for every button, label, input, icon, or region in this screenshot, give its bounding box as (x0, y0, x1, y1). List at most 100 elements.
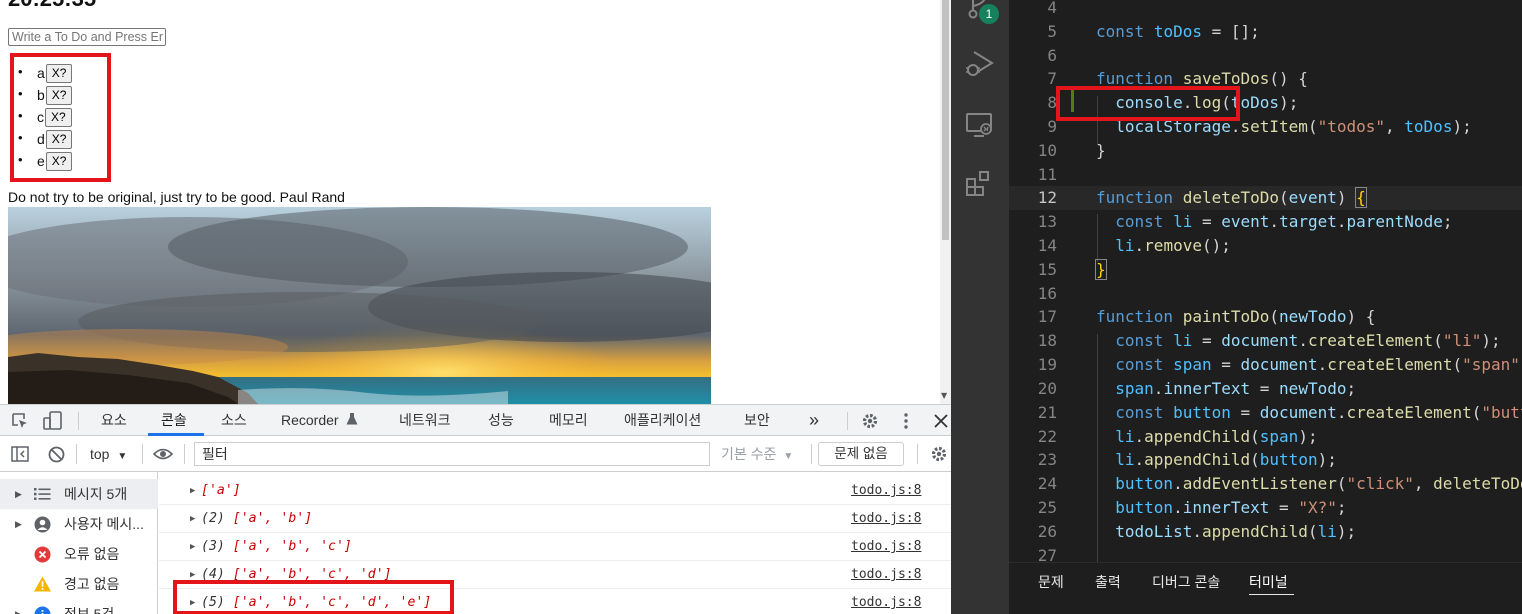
inspect-element-icon[interactable] (10, 411, 30, 431)
console-log-row[interactable]: ▶ (2) ['a', 'b'] todo.js:8 (159, 505, 951, 533)
line-number: 26 (1037, 522, 1057, 541)
code-line[interactable]: 23 li.appendChild(button); (1009, 448, 1522, 472)
delete-todo-button[interactable]: X? (45, 129, 73, 149)
info-icon (34, 606, 51, 614)
log-levels-dropdown[interactable]: 기본 수준 ▼ (721, 442, 793, 466)
delete-todo-button[interactable]: X? (45, 63, 73, 83)
expand-arrow-icon[interactable]: ▶ (15, 609, 22, 614)
tab-sources[interactable]: 소스 (221, 405, 247, 436)
tab-memory[interactable]: 메모리 (549, 405, 588, 436)
code-line[interactable]: 22 li.appendChild(span); (1009, 425, 1522, 449)
close-icon[interactable] (931, 411, 951, 431)
issues-button[interactable]: 문제 없음 (818, 442, 904, 466)
expand-arrow-icon[interactable]: ▶ (190, 477, 195, 505)
code-line[interactable]: 8 console.log(toDos); (1009, 91, 1522, 115)
panel-tab-output[interactable]: 출력 (1095, 572, 1121, 592)
expand-arrow-icon[interactable]: ▶ (190, 533, 195, 561)
expand-arrow-icon[interactable]: ▶ (15, 519, 22, 530)
remote-explorer-icon[interactable] (964, 109, 996, 141)
sidebar-item-user-messages[interactable]: ▶ 사용자 메시... (0, 509, 158, 539)
console-log-row[interactable]: ▶ (3) ['a', 'b', 'c'] todo.js:8 (159, 533, 951, 561)
tab-security[interactable]: 보안 (744, 405, 770, 436)
log-source-link[interactable]: todo.js:8 (851, 533, 921, 561)
log-source-link[interactable]: todo.js:8 (851, 589, 921, 614)
sidebar-item-errors[interactable]: 오류 없음 (0, 539, 158, 569)
console-log-row[interactable]: ▶ (4) ['a', 'b', 'c', 'd'] todo.js:8 (159, 561, 951, 589)
sidebar-toggle-icon[interactable] (10, 445, 30, 463)
tab-application[interactable]: 애플리케이션 (624, 405, 701, 436)
tab-recorder[interactable]: Recorder (281, 405, 358, 436)
code-line[interactable]: 9 localStorage.setItem("todos", toDos); (1009, 115, 1522, 139)
expand-arrow-icon[interactable]: ▶ (190, 561, 195, 589)
code-line[interactable]: 25 button.innerText = "X?"; (1009, 496, 1522, 520)
code-line[interactable]: 6 (1009, 44, 1522, 68)
log-source-link[interactable]: todo.js:8 (851, 561, 921, 589)
code-line-current[interactable]: 12 function deleteToDo(event) { (1009, 186, 1522, 210)
log-source-link[interactable]: todo.js:8 (851, 505, 921, 533)
code-line[interactable]: 19 const span = document.createElement("… (1009, 353, 1522, 377)
scroll-down-arrow-icon[interactable]: ▼ (941, 391, 947, 400)
log-source-link[interactable]: todo.js:8 (851, 477, 921, 505)
code-line[interactable]: 26 todoList.appendChild(li); (1009, 520, 1522, 544)
line-number: 24 (1037, 474, 1057, 493)
code-line[interactable]: 20 span.innerText = newTodo; (1009, 377, 1522, 401)
code-text: const span = document.createElement("spa… (1096, 353, 1522, 377)
more-options-icon[interactable] (896, 411, 916, 431)
keyword: function (1096, 69, 1174, 88)
expand-arrow-icon[interactable]: ▶ (190, 589, 195, 614)
code-line[interactable]: 21 const button = document.createElement… (1009, 401, 1522, 425)
code-line[interactable]: 16 (1009, 282, 1522, 306)
code-line[interactable]: 4 (1009, 0, 1522, 20)
console-log-row[interactable]: ▶ ['a'] todo.js:8 (159, 477, 951, 505)
tab-network[interactable]: 네트워크 (399, 405, 451, 436)
device-toolbar-icon[interactable] (42, 410, 64, 432)
punctuation: . (1153, 379, 1164, 398)
code-line[interactable]: 11 (1009, 163, 1522, 187)
line-number: 14 (1037, 236, 1057, 255)
page-scrollbar[interactable]: ▼ (940, 0, 951, 404)
todo-input[interactable]: Write a To Do and Press Er (8, 28, 166, 46)
delete-todo-button[interactable]: X? (45, 85, 73, 105)
eye-icon[interactable] (152, 445, 174, 463)
expand-arrow-icon[interactable]: ▶ (190, 505, 195, 533)
identifier: toDos (1153, 22, 1202, 41)
code-line[interactable]: 7 function saveToDos() { (1009, 67, 1522, 91)
code-line[interactable]: 27 (1009, 544, 1522, 562)
code-line[interactable]: 24 button.addEventListener("click", dele… (1009, 472, 1522, 496)
gear-icon[interactable] (860, 411, 880, 431)
sidebar-item-messages[interactable]: ▶ 메시지 5개 (0, 479, 158, 509)
function-name: deleteToDo (1182, 188, 1280, 207)
identifier: document (1240, 355, 1318, 374)
more-tabs-button[interactable]: » (809, 405, 819, 436)
extensions-icon[interactable] (964, 168, 996, 200)
panel-tab-problems[interactable]: 문제 (1038, 572, 1064, 592)
todo-item: dX? (18, 128, 73, 150)
context-selector[interactable]: top ▼ (90, 442, 127, 466)
code-line[interactable]: 13 const li = event.target.parentNode; (1009, 210, 1522, 234)
console-log-row[interactable]: ▶ (5) ['a', 'b', 'c', 'd', 'e'] todo.js:… (159, 589, 951, 614)
code-editor[interactable]: 4 5 const toDos = []; 6 7 function saveToD… (1009, 0, 1522, 562)
clear-console-icon[interactable] (46, 445, 66, 463)
tab-console[interactable]: 콘솔 (161, 405, 187, 436)
panel-tab-terminal[interactable]: 터미널 (1249, 572, 1288, 592)
scrollbar-thumb[interactable] (942, 0, 949, 240)
sidebar-item-info[interactable]: ▶ 정보 5건 (0, 599, 158, 614)
code-line[interactable]: 15} (1009, 258, 1522, 282)
punctuation: (); (1201, 236, 1231, 255)
panel-tab-debug-console[interactable]: 디버그 콘솔 (1152, 572, 1220, 592)
code-line[interactable]: 14 li.remove(); (1009, 234, 1522, 258)
code-line[interactable]: 10} (1009, 139, 1522, 163)
code-line[interactable]: 17 function paintToDo(newTodo) { (1009, 305, 1522, 329)
sidebar-item-warnings[interactable]: 경고 없음 (0, 569, 158, 599)
code-line[interactable]: 18 const li = document.createElement("li… (1009, 329, 1522, 353)
expand-arrow-icon[interactable]: ▶ (15, 489, 22, 500)
tab-performance[interactable]: 성능 (488, 405, 514, 436)
delete-todo-button[interactable]: X? (45, 107, 72, 127)
console-filter-input[interactable]: 필터 (194, 442, 710, 466)
code-line[interactable]: 5 const toDos = []; (1009, 20, 1522, 44)
console-settings-gear-icon[interactable] (929, 445, 949, 463)
run-debug-icon[interactable] (964, 48, 996, 80)
delete-todo-button[interactable]: X? (45, 151, 73, 171)
tab-elements[interactable]: 요소 (101, 405, 127, 436)
line-number: 17 (1037, 307, 1057, 326)
